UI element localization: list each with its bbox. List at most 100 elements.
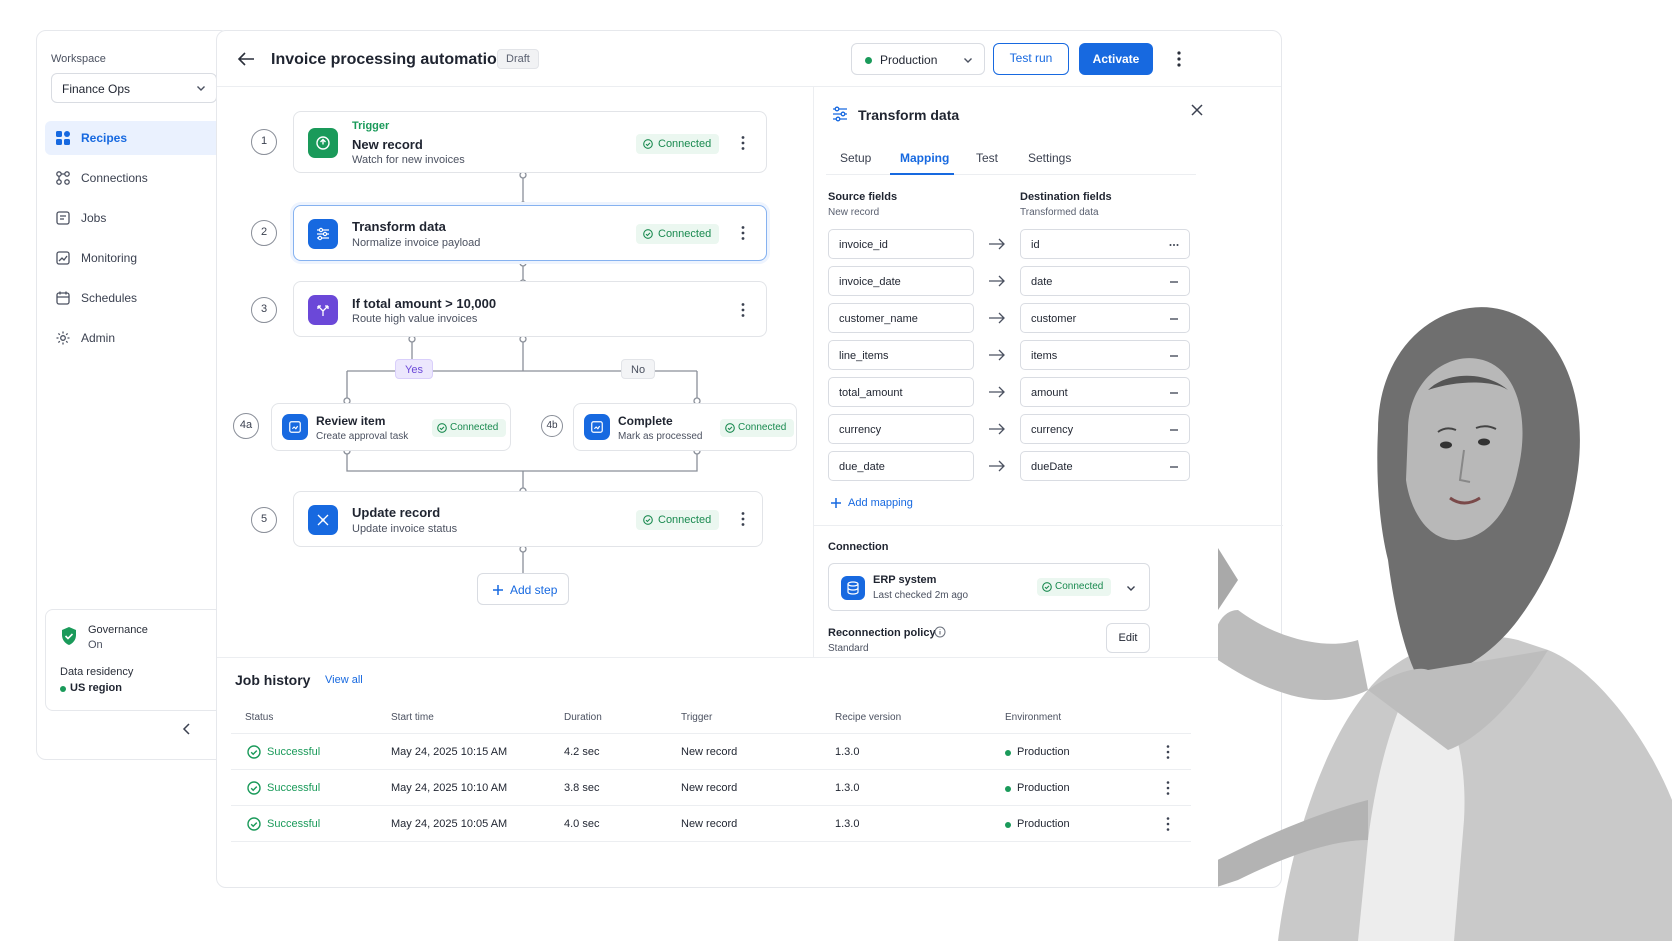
sidebar-item-schedules[interactable]: Schedules	[45, 281, 223, 315]
source-fields-header: Source fields	[828, 191, 898, 203]
presenter-illustration	[1218, 307, 1672, 941]
add-mapping-button[interactable]: Add mapping	[830, 497, 913, 509]
sidebar-item-recipes[interactable]: Recipes	[45, 121, 223, 155]
step-description: Route high value invoices	[352, 313, 478, 325]
job-recipe-version: 1.3.0	[835, 818, 860, 830]
more-options-icon[interactable]	[1171, 49, 1187, 69]
sliders-icon	[833, 106, 847, 122]
column-header-start-time[interactable]: Start time	[391, 712, 434, 723]
sidebar-item-connections[interactable]: Connections	[45, 161, 223, 195]
edit-policy-button[interactable]: Edit	[1106, 623, 1150, 653]
column-header-status[interactable]: Status	[245, 712, 273, 723]
row-menu-icon[interactable]	[1165, 744, 1171, 760]
close-icon[interactable]	[1190, 103, 1204, 117]
info-icon[interactable]	[934, 626, 946, 638]
more-options-icon[interactable]	[1169, 243, 1179, 247]
data-residency-label: Data residency	[60, 666, 134, 678]
mapping-row: customer_name customer	[828, 303, 1190, 333]
column-header-duration[interactable]: Duration	[564, 712, 602, 723]
step-description: Create approval task	[316, 431, 409, 442]
sidebar-item-monitoring[interactable]: Monitoring	[45, 241, 223, 275]
destination-field[interactable]: date	[1020, 266, 1190, 296]
source-field[interactable]: invoice_date	[828, 266, 974, 296]
step-description: Update invoice status	[352, 523, 458, 535]
table-row[interactable]: Successful May 24, 2025 10:10 AM 3.8 sec…	[231, 770, 1191, 806]
column-header-environment[interactable]: Environment	[1005, 712, 1061, 723]
governance-card: Governance On Data residency US region	[45, 609, 223, 711]
column-header-recipe-version[interactable]: Recipe version	[835, 712, 901, 723]
destination-field[interactable]: amount	[1020, 377, 1190, 407]
source-field[interactable]: customer_name	[828, 303, 974, 333]
environment-select[interactable]: Production	[851, 43, 985, 75]
remove-icon[interactable]	[1169, 317, 1179, 321]
step-card-transform[interactable]: Transform data Normalize invoice payload…	[293, 205, 767, 261]
sidebar-item-admin[interactable]: Admin	[45, 321, 223, 355]
plus-icon	[831, 498, 841, 508]
source-field[interactable]: line_items	[828, 340, 974, 370]
arrow-right-icon	[989, 275, 1005, 287]
job-start-time: May 24, 2025 10:05 AM	[391, 818, 508, 830]
tab-test[interactable]: Test	[976, 151, 998, 165]
divider	[814, 525, 1283, 526]
destination-field[interactable]: id	[1020, 229, 1190, 259]
row-menu-icon[interactable]	[1165, 780, 1171, 796]
mapping-row: invoice_id id	[828, 229, 1190, 259]
destination-field[interactable]: customer	[1020, 303, 1190, 333]
collapse-sidebar-icon[interactable]	[179, 721, 195, 737]
workspace-select[interactable]: Finance Ops	[51, 73, 217, 103]
step-menu-icon[interactable]	[740, 135, 746, 151]
tab-settings[interactable]: Settings	[1028, 151, 1071, 165]
environment-status-dot	[1005, 786, 1011, 792]
connection-status-badge: Connected	[636, 134, 720, 154]
check-circle-icon	[1042, 582, 1052, 592]
source-field[interactable]: currency	[828, 414, 974, 444]
mapping-row: invoice_date date	[828, 266, 1190, 296]
table-row[interactable]: Successful May 24, 2025 10:15 AM 4.2 sec…	[231, 734, 1191, 770]
step-card-update[interactable]: Update record Update invoice status Conn…	[293, 491, 763, 547]
update-icon	[308, 505, 338, 535]
step-menu-icon[interactable]	[740, 302, 746, 318]
row-menu-icon[interactable]	[1165, 816, 1171, 832]
destination-fields-header: Destination fields	[1020, 191, 1112, 203]
sidebar-item-label: Connections	[81, 171, 148, 185]
column-header-trigger[interactable]: Trigger	[681, 712, 712, 723]
test-run-button[interactable]: Test run	[993, 43, 1069, 75]
monitoring-icon	[55, 250, 71, 266]
job-environment-label: Production	[1017, 746, 1070, 758]
step-card-trigger[interactable]: Trigger New record Watch for new invoice…	[293, 111, 767, 173]
remove-icon[interactable]	[1169, 391, 1179, 395]
destination-field[interactable]: currency	[1020, 414, 1190, 444]
job-start-time: May 24, 2025 10:15 AM	[391, 746, 508, 758]
table-row[interactable]: Successful May 24, 2025 10:05 AM 4.0 sec…	[231, 806, 1191, 842]
check-circle-icon	[247, 745, 261, 759]
source-field[interactable]: due_date	[828, 451, 974, 481]
job-recipe-version: 1.3.0	[835, 746, 860, 758]
source-field[interactable]: invoice_id	[828, 229, 974, 259]
remove-icon[interactable]	[1169, 428, 1179, 432]
badge-label: Connected	[658, 138, 712, 150]
connection-status-badge: Connected	[636, 510, 720, 530]
connection-label: Connection	[828, 541, 889, 553]
destination-field[interactable]: items	[1020, 340, 1190, 370]
check-circle-icon	[247, 781, 261, 795]
workspace-value: Finance Ops	[62, 82, 131, 96]
add-step-button[interactable]: Add step	[477, 573, 569, 605]
view-all-link[interactable]: View all	[325, 674, 363, 686]
step-menu-icon[interactable]	[740, 225, 746, 241]
step-card-condition[interactable]: If total amount > 10,000 Route high valu…	[293, 281, 767, 337]
tab-mapping[interactable]: Mapping	[900, 151, 949, 165]
activate-button[interactable]: Activate	[1079, 43, 1153, 75]
connection-select[interactable]: ERP system Last checked 2m ago Connected	[828, 563, 1150, 611]
back-arrow-icon[interactable]	[237, 51, 255, 67]
main-panel: Invoice processing automation Draft Prod…	[216, 30, 1283, 888]
remove-icon[interactable]	[1169, 465, 1179, 469]
source-field[interactable]: total_amount	[828, 377, 974, 407]
step-menu-icon[interactable]	[740, 511, 746, 527]
sidebar-item-jobs[interactable]: Jobs	[45, 201, 223, 235]
destination-field[interactable]: dueDate	[1020, 451, 1190, 481]
remove-icon[interactable]	[1169, 354, 1179, 358]
step-card-review[interactable]: Review item Create approval task Connect…	[271, 403, 511, 451]
step-card-complete[interactable]: Complete Mark as processed Connected	[573, 403, 797, 451]
remove-icon[interactable]	[1169, 280, 1179, 284]
tab-setup[interactable]: Setup	[840, 151, 871, 165]
